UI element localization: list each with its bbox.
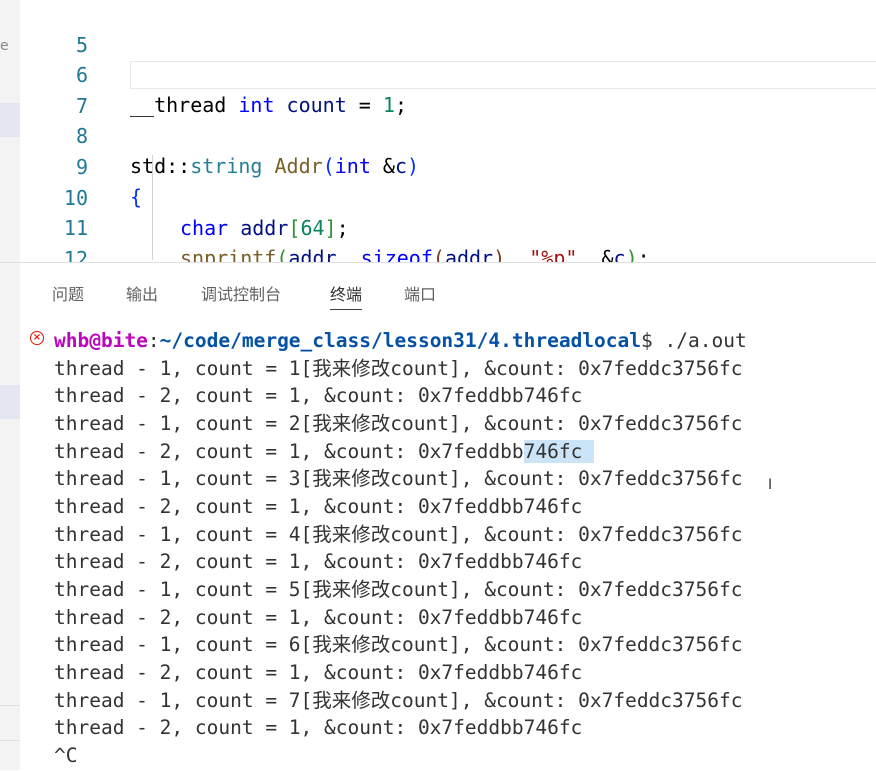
prompt-user: whb@bite [54, 329, 148, 352]
tab-problems[interactable]: 问题 [52, 281, 84, 305]
sidebar-glyph: e [0, 38, 9, 54]
sidebar-divider [0, 262, 20, 263]
code-line-13: 13 } [20, 244, 876, 262]
code-editor[interactable]: 5 6 __thread int count = 1; 7 8 std::str… [20, 0, 876, 262]
code-line-9: 9 { [20, 122, 876, 209]
tab-output[interactable]: 输出 [126, 281, 158, 305]
code-line-8: 8 std::string Addr(int &c) [20, 91, 876, 178]
panel-tabs: 问题 输出 调试控制台 终端 端口 [20, 263, 876, 323]
sidebar-divider-3 [0, 740, 20, 741]
terminal-line: thread - 1, count = 5[我来修改count], &count… [54, 578, 743, 601]
terminal-line: thread - 2, count = 1, &count: 0x7feddbb… [54, 716, 583, 739]
x-circle-icon[interactable]: × [30, 331, 44, 345]
terminal-line: thread - 2, count = 1, &count: 0x7feddbb… [54, 661, 583, 684]
terminal-line-text: thread - 2, count = 1, &count: 0x7feddbb [54, 440, 524, 463]
terminal-line: thread - 2, count = 1, &count: 0x7feddbb… [54, 606, 583, 629]
text-cursor-icon: I [768, 477, 773, 493]
terminal-line: thread - 1, count = 7[我来修改count], &count… [54, 689, 743, 712]
bottom-panel: 问题 输出 调试控制台 终端 端口 × whb@bite:~/code/merg… [20, 262, 876, 771]
terminal-line: thread - 2, count = 1, &count: 0x7feddbb… [54, 550, 583, 573]
code-line-12: 12 return addr; [20, 214, 876, 262]
terminal-line: thread - 1, count = 6[我来修改count], &count… [54, 633, 743, 656]
terminal-line: thread - 2, count = 1, &count: 0x7feddbb… [54, 438, 595, 466]
code-line-6: 6 __thread int count = 1; [20, 30, 876, 117]
command: ./a.out [664, 329, 747, 352]
code-line-7: 7 [20, 61, 876, 118]
code-line-10: 10 char addr[64]; [20, 153, 876, 240]
prompt-path: ~/code/merge_class/lesson31/4.threadloca… [159, 329, 642, 352]
terminal-line: thread - 1, count = 1[我来修改count], &count… [54, 357, 743, 380]
tab-terminal[interactable]: 终端 [330, 281, 363, 310]
sidebar-strip: e [0, 0, 20, 770]
terminal-line: thread - 1, count = 3[我来修改count], &count… [54, 467, 743, 490]
terminal-line: thread - 1, count = 4[我来修改count], &count… [54, 523, 743, 546]
terminal-line: thread - 2, count = 1, &count: 0x7feddbb… [54, 495, 583, 518]
sidebar-selected-item[interactable] [0, 103, 20, 137]
prompt-symbol: $ [641, 329, 665, 352]
terminal-line: ^C [54, 744, 78, 767]
code-line-5: 5 [20, 0, 876, 57]
terminal-line: thread - 1, count = 2[我来修改count], &count… [54, 412, 743, 435]
prompt-separator: : [147, 329, 160, 352]
selection-tail [582, 440, 595, 463]
sidebar-divider-2 [0, 705, 20, 706]
terminal-prompt-line: whb@bite:~/code/merge_class/lesson31/4.t… [54, 327, 747, 355]
tab-debug-console[interactable]: 调试控制台 [201, 281, 281, 305]
selected-text: 746fc [523, 440, 583, 463]
tab-ports[interactable]: 端口 [404, 281, 436, 305]
code-line-11: 11 snprintf(addr, sizeof(addr), "%p", &c… [20, 183, 876, 262]
sidebar-selected-item-2[interactable] [0, 385, 20, 419]
terminal-line: thread - 2, count = 1, &count: 0x7feddbb… [54, 384, 583, 407]
